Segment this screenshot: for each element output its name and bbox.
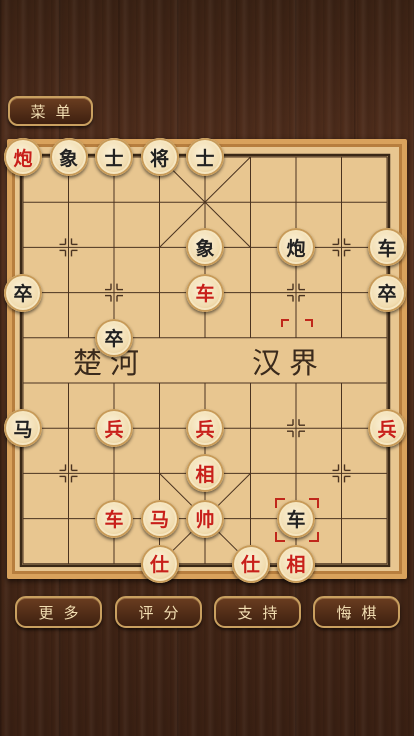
piece-r-bing-r[interactable]: 兵 xyxy=(368,409,406,448)
piece-b-shi-top-l[interactable]: 士 xyxy=(95,138,133,176)
piece-r-shi-r[interactable]: 仕 xyxy=(231,544,270,583)
piece-b-jiang[interactable]: 将 xyxy=(140,138,179,176)
piece-r-shi-l[interactable]: 仕 xyxy=(140,544,179,583)
piece-b-zu-r[interactable]: 卒 xyxy=(368,273,406,312)
piece-r-ma[interactable]: 马 xyxy=(140,499,179,538)
piece-b-zu-mid[interactable]: 卒 xyxy=(95,318,133,357)
piece-r-xiang-r[interactable]: 相 xyxy=(277,544,315,583)
selection-corner xyxy=(309,497,319,508)
move-hint-corner xyxy=(305,318,313,327)
selection-corner xyxy=(309,531,319,542)
river-text-right: 汉界 xyxy=(252,346,327,380)
piece-r-bing-l[interactable]: 兵 xyxy=(95,409,133,448)
piece-r-che-l[interactable]: 车 xyxy=(95,499,133,538)
piece-b-xiang-top[interactable]: 象 xyxy=(49,138,88,176)
selection-corner xyxy=(275,497,285,508)
selection-corner xyxy=(275,531,285,542)
piece-b-ma[interactable]: 马 xyxy=(4,409,42,448)
piece-r-che-mid[interactable]: 车 xyxy=(186,273,224,312)
piece-r-bing-m[interactable]: 兵 xyxy=(186,409,224,448)
piece-r-shuai[interactable]: 帅 xyxy=(186,499,224,538)
undo-button[interactable]: 悔棋 xyxy=(313,596,400,628)
move-hint-corner xyxy=(281,318,289,327)
more-button[interactable]: 更多 xyxy=(15,596,102,628)
piece-b-zu-l[interactable]: 卒 xyxy=(4,273,42,312)
support-button[interactable]: 支持 xyxy=(214,596,301,628)
rate-button[interactable]: 评分 xyxy=(115,596,202,628)
piece-b-pao[interactable]: 炮 xyxy=(4,138,42,176)
piece-b-shi-top-r[interactable]: 士 xyxy=(186,138,224,176)
